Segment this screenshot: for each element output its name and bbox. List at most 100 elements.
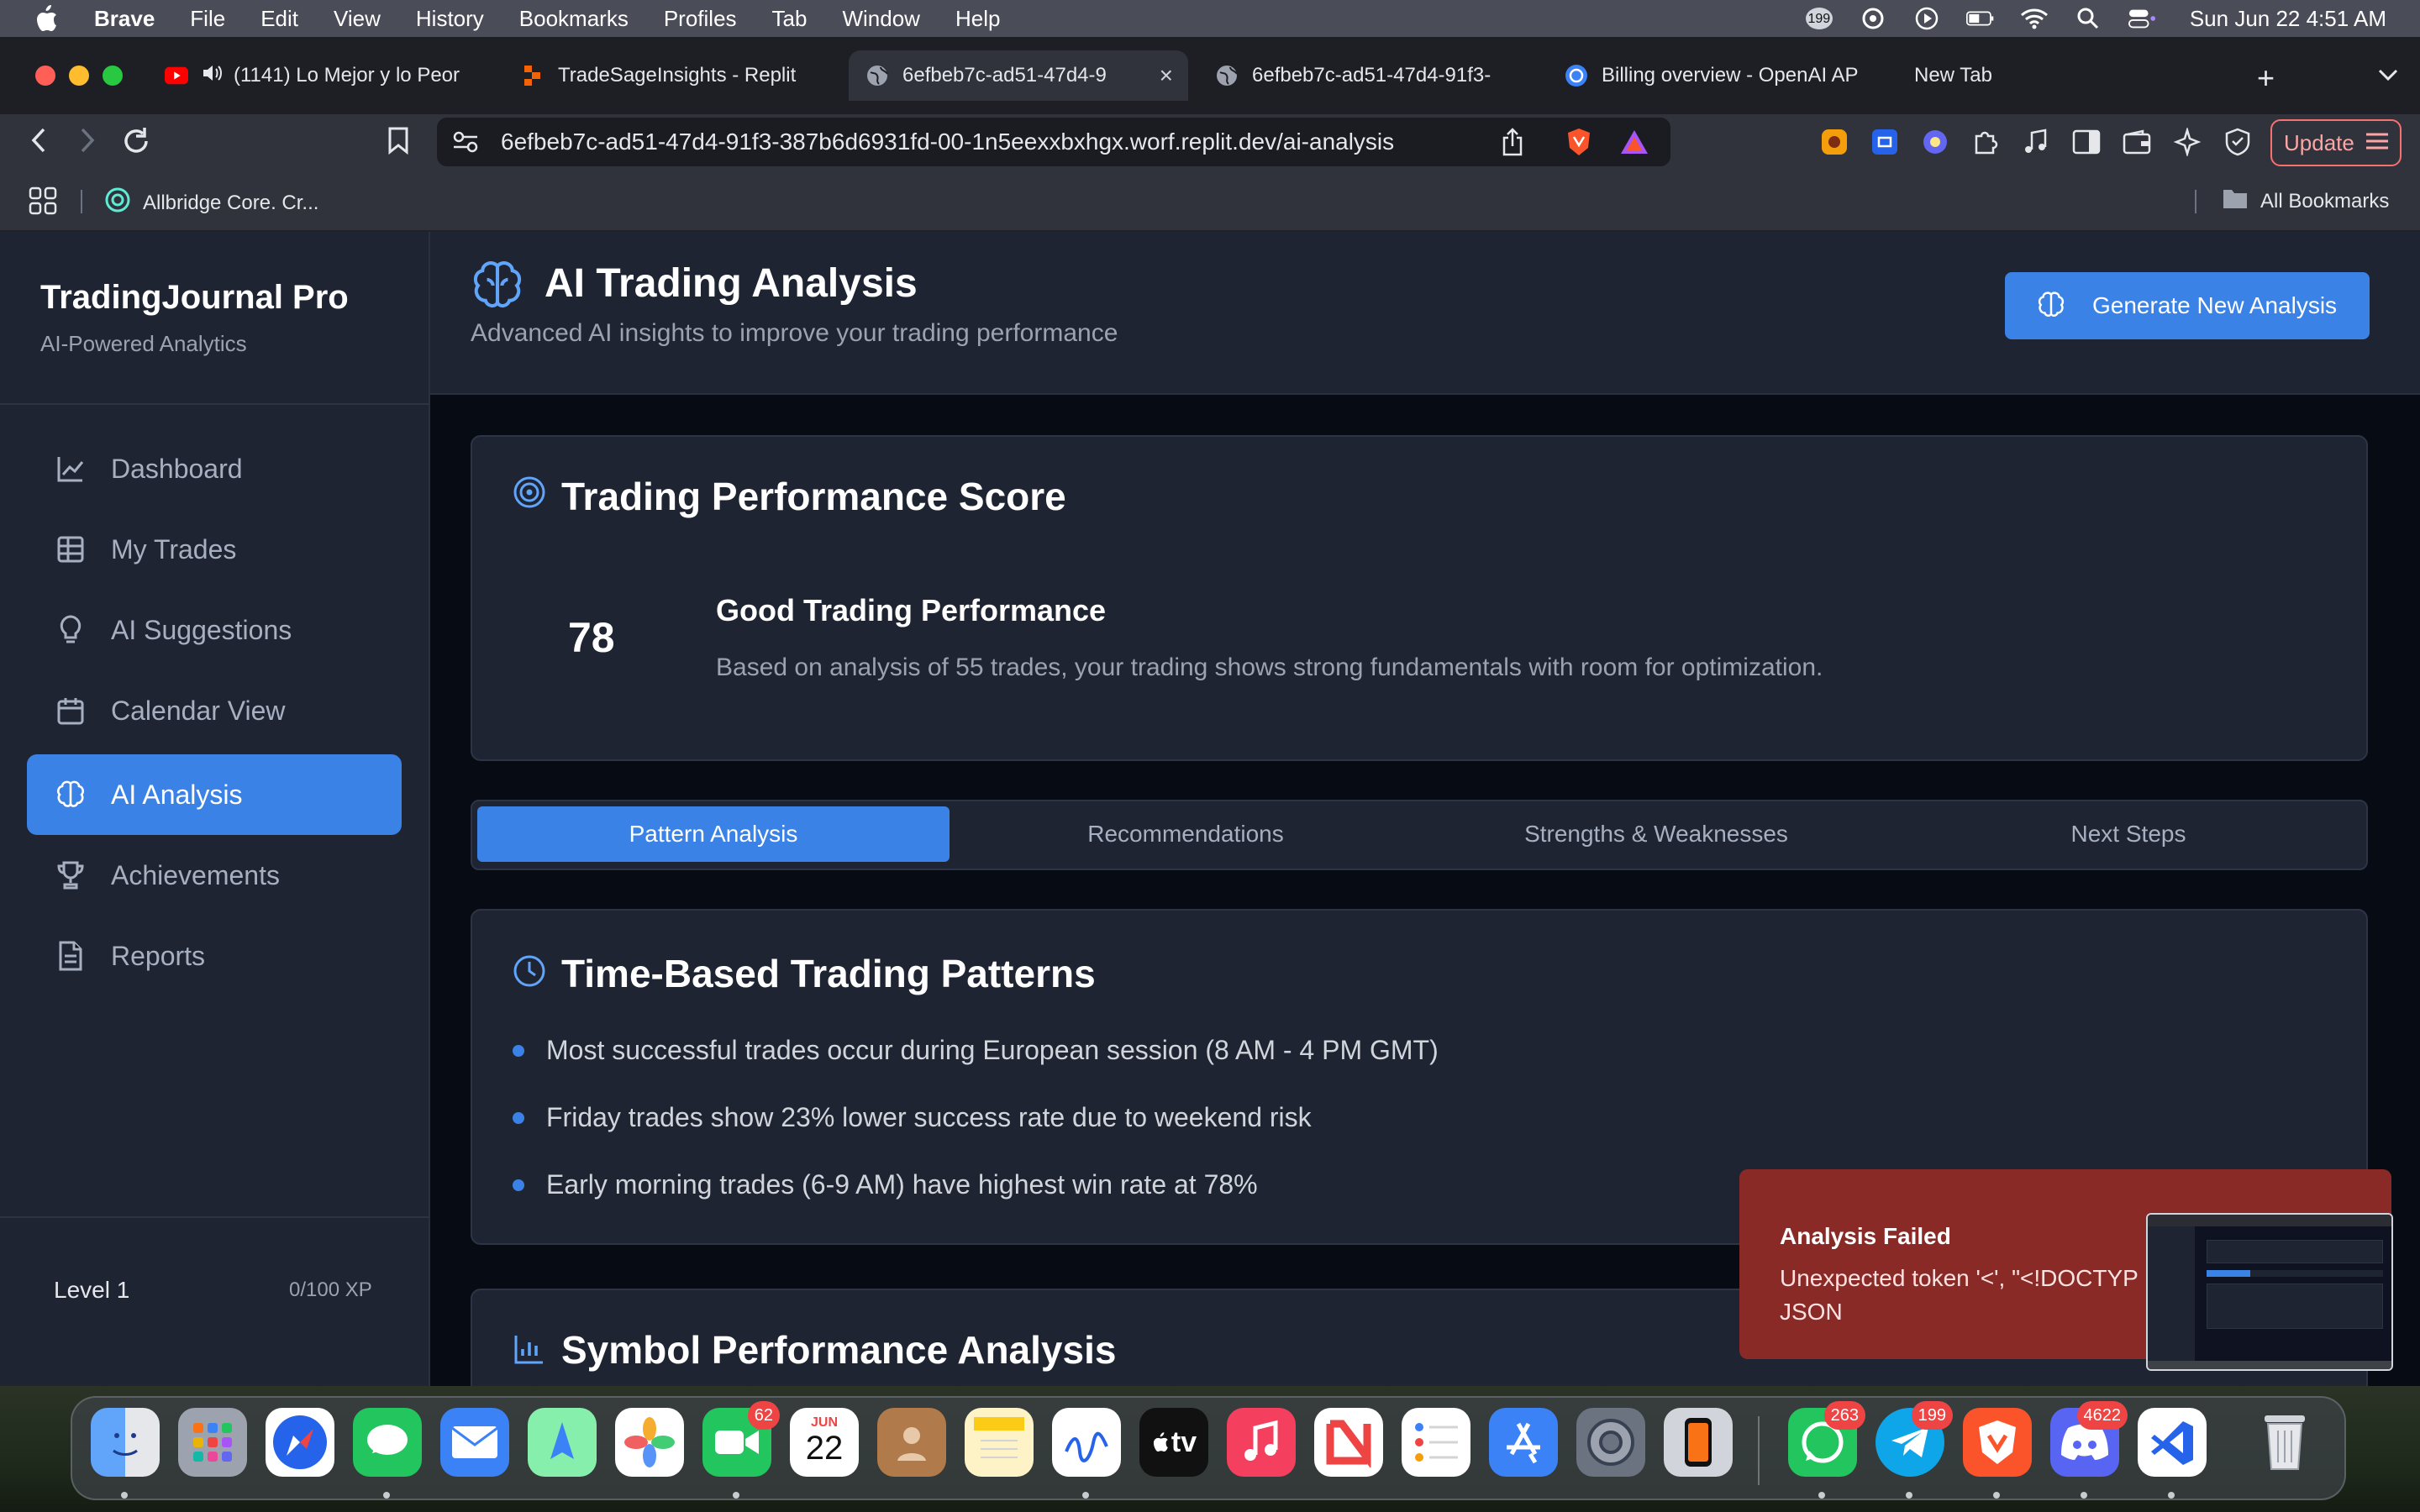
whatsapp-icon[interactable]: 263 bbox=[1788, 1401, 1865, 1477]
bookmark-icon[interactable] bbox=[381, 126, 415, 162]
forward-icon[interactable] bbox=[71, 126, 104, 162]
mail-icon[interactable] bbox=[440, 1408, 509, 1477]
close-tab-icon[interactable]: × bbox=[1160, 62, 1173, 89]
tab-youtube[interactable]: (1141) Lo Mejor y lo Peor bbox=[165, 50, 474, 101]
music-icon[interactable] bbox=[1227, 1408, 1296, 1477]
menu-view[interactable]: View bbox=[334, 6, 381, 32]
extension-honey-icon[interactable] bbox=[1818, 126, 1850, 158]
running-indicator bbox=[383, 1492, 390, 1499]
menu-edit[interactable]: Edit bbox=[260, 6, 298, 32]
menu-profiles[interactable]: Profiles bbox=[664, 6, 737, 32]
sidebar-item-ai-analysis[interactable]: AI Analysis bbox=[27, 754, 402, 835]
app-store-icon[interactable] bbox=[1489, 1408, 1558, 1477]
notes-icon[interactable] bbox=[965, 1408, 1034, 1477]
iphone-mirroring-icon[interactable] bbox=[1664, 1408, 1733, 1477]
sidebar-item-label: Dashboard bbox=[111, 453, 243, 484]
tab-replit[interactable]: TradeSageInsights - Replit bbox=[521, 50, 830, 101]
apple-tv-icon[interactable]: tv bbox=[1139, 1408, 1208, 1477]
leo-ai-icon[interactable] bbox=[2171, 126, 2203, 158]
photos-icon[interactable] bbox=[615, 1408, 684, 1477]
address-bar[interactable]: 6efbeb7c-ad51-47d4-91f3-387b6d6931fd-00-… bbox=[437, 118, 1670, 166]
screenshot-thumbnail[interactable] bbox=[2146, 1213, 2393, 1371]
menubar-clock[interactable]: Sun Jun 22 4:51 AM bbox=[2190, 6, 2386, 32]
sidebar-item-my-trades[interactable]: My Trades bbox=[27, 509, 402, 590]
telegram-icon[interactable]: 199 bbox=[1876, 1401, 1953, 1477]
site-settings-icon[interactable] bbox=[452, 129, 479, 155]
play-icon[interactable] bbox=[1912, 7, 1941, 30]
safari-icon[interactable] bbox=[266, 1408, 334, 1477]
menu-window[interactable]: Window bbox=[842, 6, 919, 32]
menu-help[interactable]: Help bbox=[955, 6, 1000, 32]
search-icon[interactable] bbox=[2074, 7, 2102, 30]
freeform-icon[interactable] bbox=[1052, 1408, 1121, 1477]
all-bookmarks-button[interactable]: All Bookmarks bbox=[2222, 186, 2389, 216]
page-subtitle: Advanced AI insights to improve your tra… bbox=[471, 319, 1118, 347]
tab-replit-dev[interactable]: 6efbeb7c-ad51-47d4-91f3- bbox=[1215, 50, 1524, 101]
sidebar-item-calendar-view[interactable]: Calendar View bbox=[27, 670, 402, 751]
apps-grid-icon[interactable] bbox=[29, 186, 57, 221]
system-settings-icon[interactable] bbox=[1576, 1408, 1645, 1477]
generate-analysis-button[interactable]: Generate New Analysis bbox=[2005, 272, 2370, 339]
menu-history[interactable]: History bbox=[416, 6, 484, 32]
app-name-menu[interactable]: Brave bbox=[94, 6, 155, 32]
tab-strengths-weaknesses[interactable]: Strengths & Weaknesses bbox=[1420, 806, 1892, 862]
vpn-shield-icon[interactable] bbox=[2222, 126, 2254, 158]
tab-new-tab[interactable]: New Tab bbox=[1914, 50, 2133, 101]
vscode-icon[interactable] bbox=[2138, 1408, 2207, 1477]
messages-icon[interactable] bbox=[353, 1408, 422, 1477]
control-center-icon[interactable] bbox=[2128, 7, 2156, 30]
brave-rewards-icon[interactable] bbox=[1618, 126, 1650, 158]
chatgpt-icon[interactable] bbox=[1859, 7, 1887, 30]
media-music-icon[interactable] bbox=[2020, 126, 2052, 158]
tab-recommendations[interactable]: Recommendations bbox=[950, 806, 1422, 862]
sidebar-item-reports[interactable]: Reports bbox=[27, 916, 402, 996]
extension-metamask-icon[interactable] bbox=[1869, 126, 1901, 158]
tab-ai-analysis-active[interactable]: 6efbeb7c-ad51-47d4-9 × bbox=[849, 50, 1188, 101]
speaker-icon[interactable] bbox=[202, 64, 224, 88]
calendar-day: 22 bbox=[805, 1430, 844, 1467]
extension-wallet-icon[interactable] bbox=[1919, 126, 1951, 158]
battery-icon[interactable] bbox=[1965, 7, 1995, 30]
sidebar-item-label: AI Analysis bbox=[111, 779, 243, 810]
extensions-puzzle-icon[interactable] bbox=[1970, 126, 2002, 158]
menu-bookmarks[interactable]: Bookmarks bbox=[519, 6, 629, 32]
chevron-down-icon[interactable] bbox=[2378, 64, 2398, 87]
calendar-app-icon[interactable]: JUN 22 bbox=[790, 1408, 859, 1477]
sidebar-item-achievements[interactable]: Achievements bbox=[27, 835, 402, 916]
share-icon[interactable] bbox=[1501, 128, 1524, 160]
brave-wallet-icon[interactable] bbox=[2121, 126, 2153, 158]
discord-icon[interactable]: 4622 bbox=[2050, 1401, 2128, 1477]
bookmark-allbridge[interactable]: Allbridge Core. Cr... bbox=[104, 186, 318, 219]
tab-pattern-analysis[interactable]: Pattern Analysis bbox=[477, 806, 950, 862]
sidebar-item-ai-suggestions[interactable]: AI Suggestions bbox=[27, 590, 402, 670]
menu-file[interactable]: File bbox=[190, 6, 225, 32]
notification-count-icon[interactable]: 199 bbox=[1805, 7, 1833, 30]
brave-shields-icon[interactable] bbox=[1563, 126, 1595, 158]
sidebar-item-dashboard[interactable]: Dashboard bbox=[27, 428, 402, 509]
page-header: AI Trading Analysis Advanced AI insights… bbox=[430, 232, 2420, 395]
thumbnail-preview bbox=[2207, 1270, 2250, 1277]
wifi-icon[interactable] bbox=[2020, 7, 2049, 30]
reload-icon[interactable] bbox=[119, 126, 153, 164]
menu-tab[interactable]: Tab bbox=[772, 6, 808, 32]
brave-browser-icon[interactable] bbox=[1963, 1408, 2032, 1477]
tab-openai-billing[interactable]: Billing overview - OpenAI AP bbox=[1565, 50, 1874, 101]
reminders-icon[interactable] bbox=[1402, 1408, 1470, 1477]
close-window-button[interactable] bbox=[35, 66, 55, 86]
minimize-window-button[interactable] bbox=[69, 66, 89, 86]
zoom-window-button[interactable] bbox=[103, 66, 123, 86]
trash-icon[interactable] bbox=[2250, 1408, 2319, 1477]
update-button[interactable]: Update bbox=[2270, 119, 2402, 166]
apple-menu-icon[interactable] bbox=[34, 3, 62, 34]
url-text[interactable]: 6efbeb7c-ad51-47d4-91f3-387b6d6931fd-00-… bbox=[501, 129, 1394, 155]
contacts-icon[interactable] bbox=[877, 1408, 946, 1477]
maps-icon[interactable] bbox=[528, 1408, 597, 1477]
new-tab-button[interactable]: + bbox=[2257, 60, 2275, 96]
sidebar-toggle-icon[interactable] bbox=[2070, 126, 2102, 158]
news-icon[interactable] bbox=[1314, 1408, 1383, 1477]
launchpad-icon[interactable] bbox=[178, 1408, 247, 1477]
finder-icon[interactable] bbox=[91, 1408, 160, 1477]
tab-next-steps[interactable]: Next Steps bbox=[1892, 806, 2365, 862]
back-icon[interactable] bbox=[22, 126, 55, 162]
facetime-icon[interactable]: 62 bbox=[702, 1401, 780, 1477]
